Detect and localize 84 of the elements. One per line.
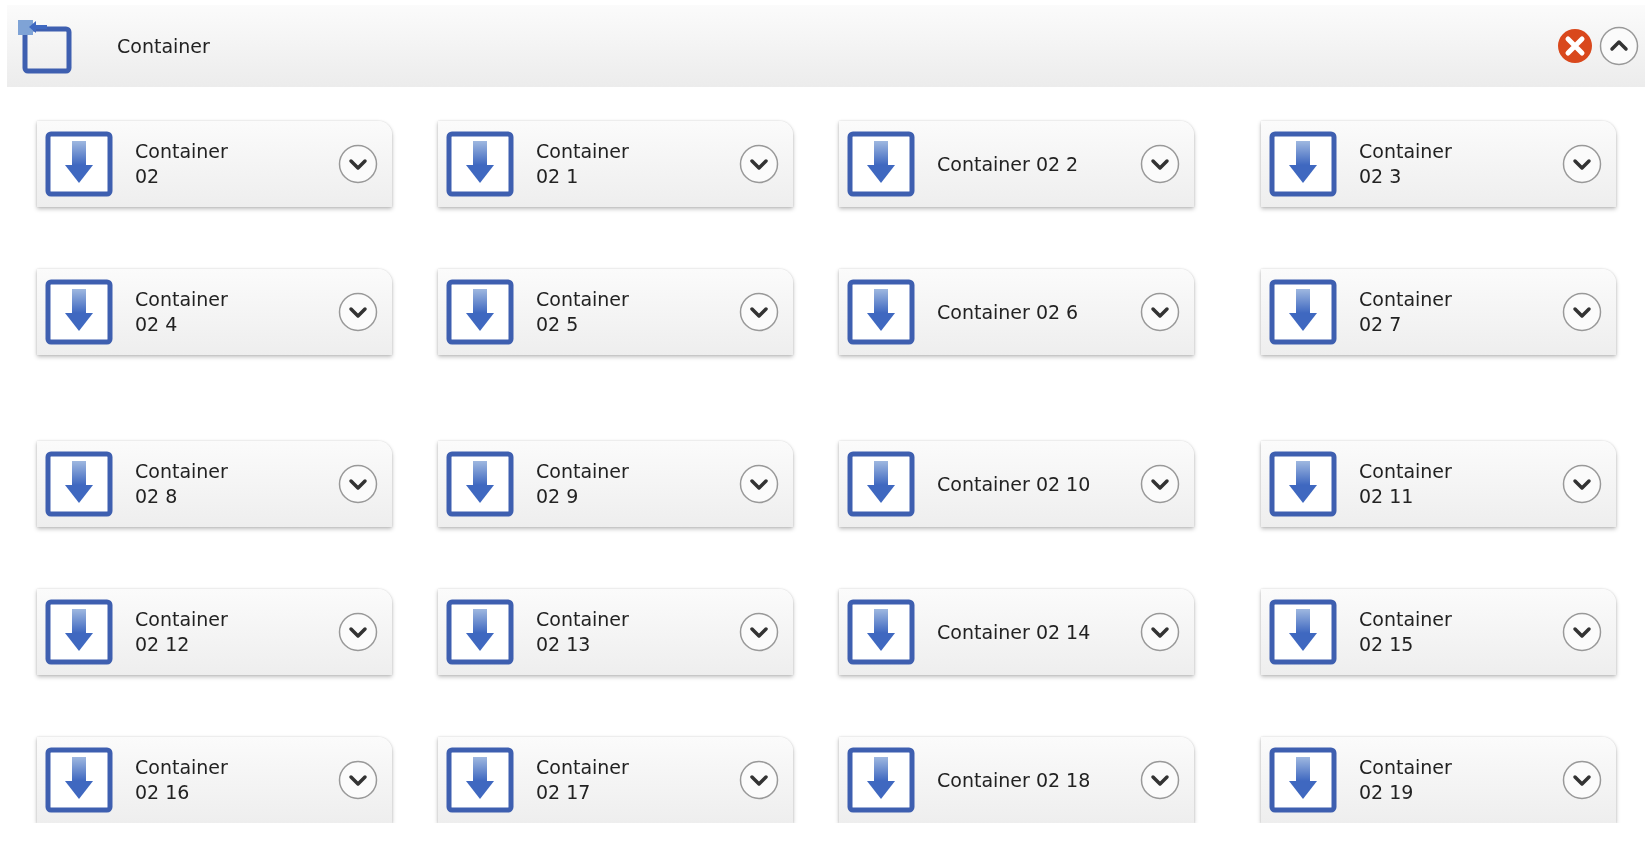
container-card[interactable]: Container 02 15 (1261, 589, 1616, 675)
card-label: Container 02 (135, 139, 229, 189)
expand-icon[interactable] (1140, 612, 1180, 652)
card-label: Container 02 12 (135, 607, 229, 657)
container-card[interactable]: Container 02 18 (839, 737, 1194, 823)
container-card[interactable]: Container 02 16 (37, 737, 392, 823)
container-card[interactable]: Container 02 4 (37, 269, 392, 355)
download-icon (847, 451, 915, 517)
expand-icon[interactable] (739, 760, 779, 800)
download-icon (45, 279, 113, 345)
download-icon (446, 451, 514, 517)
download-icon (847, 599, 915, 665)
card-label: Container 02 6 (937, 299, 1079, 325)
download-icon (45, 451, 113, 517)
container-card[interactable]: Container 02 12 (37, 589, 392, 675)
download-icon (446, 279, 514, 345)
card-label: Container 02 5 (536, 287, 630, 337)
card-label: Container 02 14 (937, 619, 1091, 645)
container-card[interactable]: Container 02 3 (1261, 121, 1616, 207)
expand-icon[interactable] (739, 144, 779, 184)
collapse-icon[interactable] (1599, 26, 1639, 66)
download-icon (446, 131, 514, 197)
card-label: Container 02 15 (1359, 607, 1453, 657)
card-label: Container 02 8 (135, 459, 229, 509)
container-card[interactable]: Container 02 6 (839, 269, 1194, 355)
expand-icon[interactable] (1562, 144, 1602, 184)
container-card[interactable]: Container 02 1 (438, 121, 793, 207)
expand-icon[interactable] (338, 760, 378, 800)
header-title: Container (117, 35, 211, 57)
expand-icon[interactable] (1562, 292, 1602, 332)
card-label: Container 02 13 (536, 607, 630, 657)
download-icon (45, 747, 113, 813)
expand-icon[interactable] (1140, 144, 1180, 184)
container-icon (15, 17, 73, 75)
download-icon (847, 279, 915, 345)
card-label: Container 02 2 (937, 151, 1079, 177)
download-icon (1269, 599, 1337, 665)
download-icon (1269, 747, 1337, 813)
container-card[interactable]: Container 02 7 (1261, 269, 1616, 355)
expand-icon[interactable] (338, 612, 378, 652)
expand-icon[interactable] (1140, 464, 1180, 504)
container-card[interactable]: Container 02 13 (438, 589, 793, 675)
card-label: Container 02 10 (937, 471, 1091, 497)
close-icon[interactable] (1557, 28, 1593, 64)
expand-icon[interactable] (1562, 464, 1602, 504)
card-label: Container 02 7 (1359, 287, 1453, 337)
card-label: Container 02 9 (536, 459, 630, 509)
download-icon (45, 599, 113, 665)
download-icon (45, 131, 113, 197)
expand-icon[interactable] (739, 612, 779, 652)
card-label: Container 02 17 (536, 755, 630, 805)
expand-icon[interactable] (338, 292, 378, 332)
container-card[interactable]: Container 02 8 (37, 441, 392, 527)
expand-icon[interactable] (1140, 760, 1180, 800)
container-card[interactable]: Container 02 5 (438, 269, 793, 355)
expand-icon[interactable] (1140, 292, 1180, 332)
container-card[interactable]: Container 02 10 (839, 441, 1194, 527)
container-card[interactable]: Container 02 17 (438, 737, 793, 823)
download-icon (1269, 131, 1337, 197)
card-label: Container 02 1 (536, 139, 630, 189)
card-label: Container 02 18 (937, 767, 1091, 793)
download-icon (847, 131, 915, 197)
container-card[interactable]: Container 02 (37, 121, 392, 207)
expand-icon[interactable] (1562, 760, 1602, 800)
expand-icon[interactable] (338, 144, 378, 184)
download-icon (446, 747, 514, 813)
download-icon (1269, 279, 1337, 345)
card-label: Container 02 3 (1359, 139, 1453, 189)
container-card[interactable]: Container 02 19 (1261, 737, 1616, 823)
card-label: Container 02 11 (1359, 459, 1453, 509)
expand-icon[interactable] (338, 464, 378, 504)
card-label: Container 02 16 (135, 755, 229, 805)
card-label: Container 02 19 (1359, 755, 1453, 805)
download-icon (446, 599, 514, 665)
expand-icon[interactable] (739, 292, 779, 332)
expand-icon[interactable] (739, 464, 779, 504)
card-label: Container 02 4 (135, 287, 229, 337)
download-icon (1269, 451, 1337, 517)
container-card[interactable]: Container 02 11 (1261, 441, 1616, 527)
container-card[interactable]: Container 02 14 (839, 589, 1194, 675)
container-card[interactable]: Container 02 9 (438, 441, 793, 527)
expand-icon[interactable] (1562, 612, 1602, 652)
container-card[interactable]: Container 02 2 (839, 121, 1194, 207)
download-icon (847, 747, 915, 813)
